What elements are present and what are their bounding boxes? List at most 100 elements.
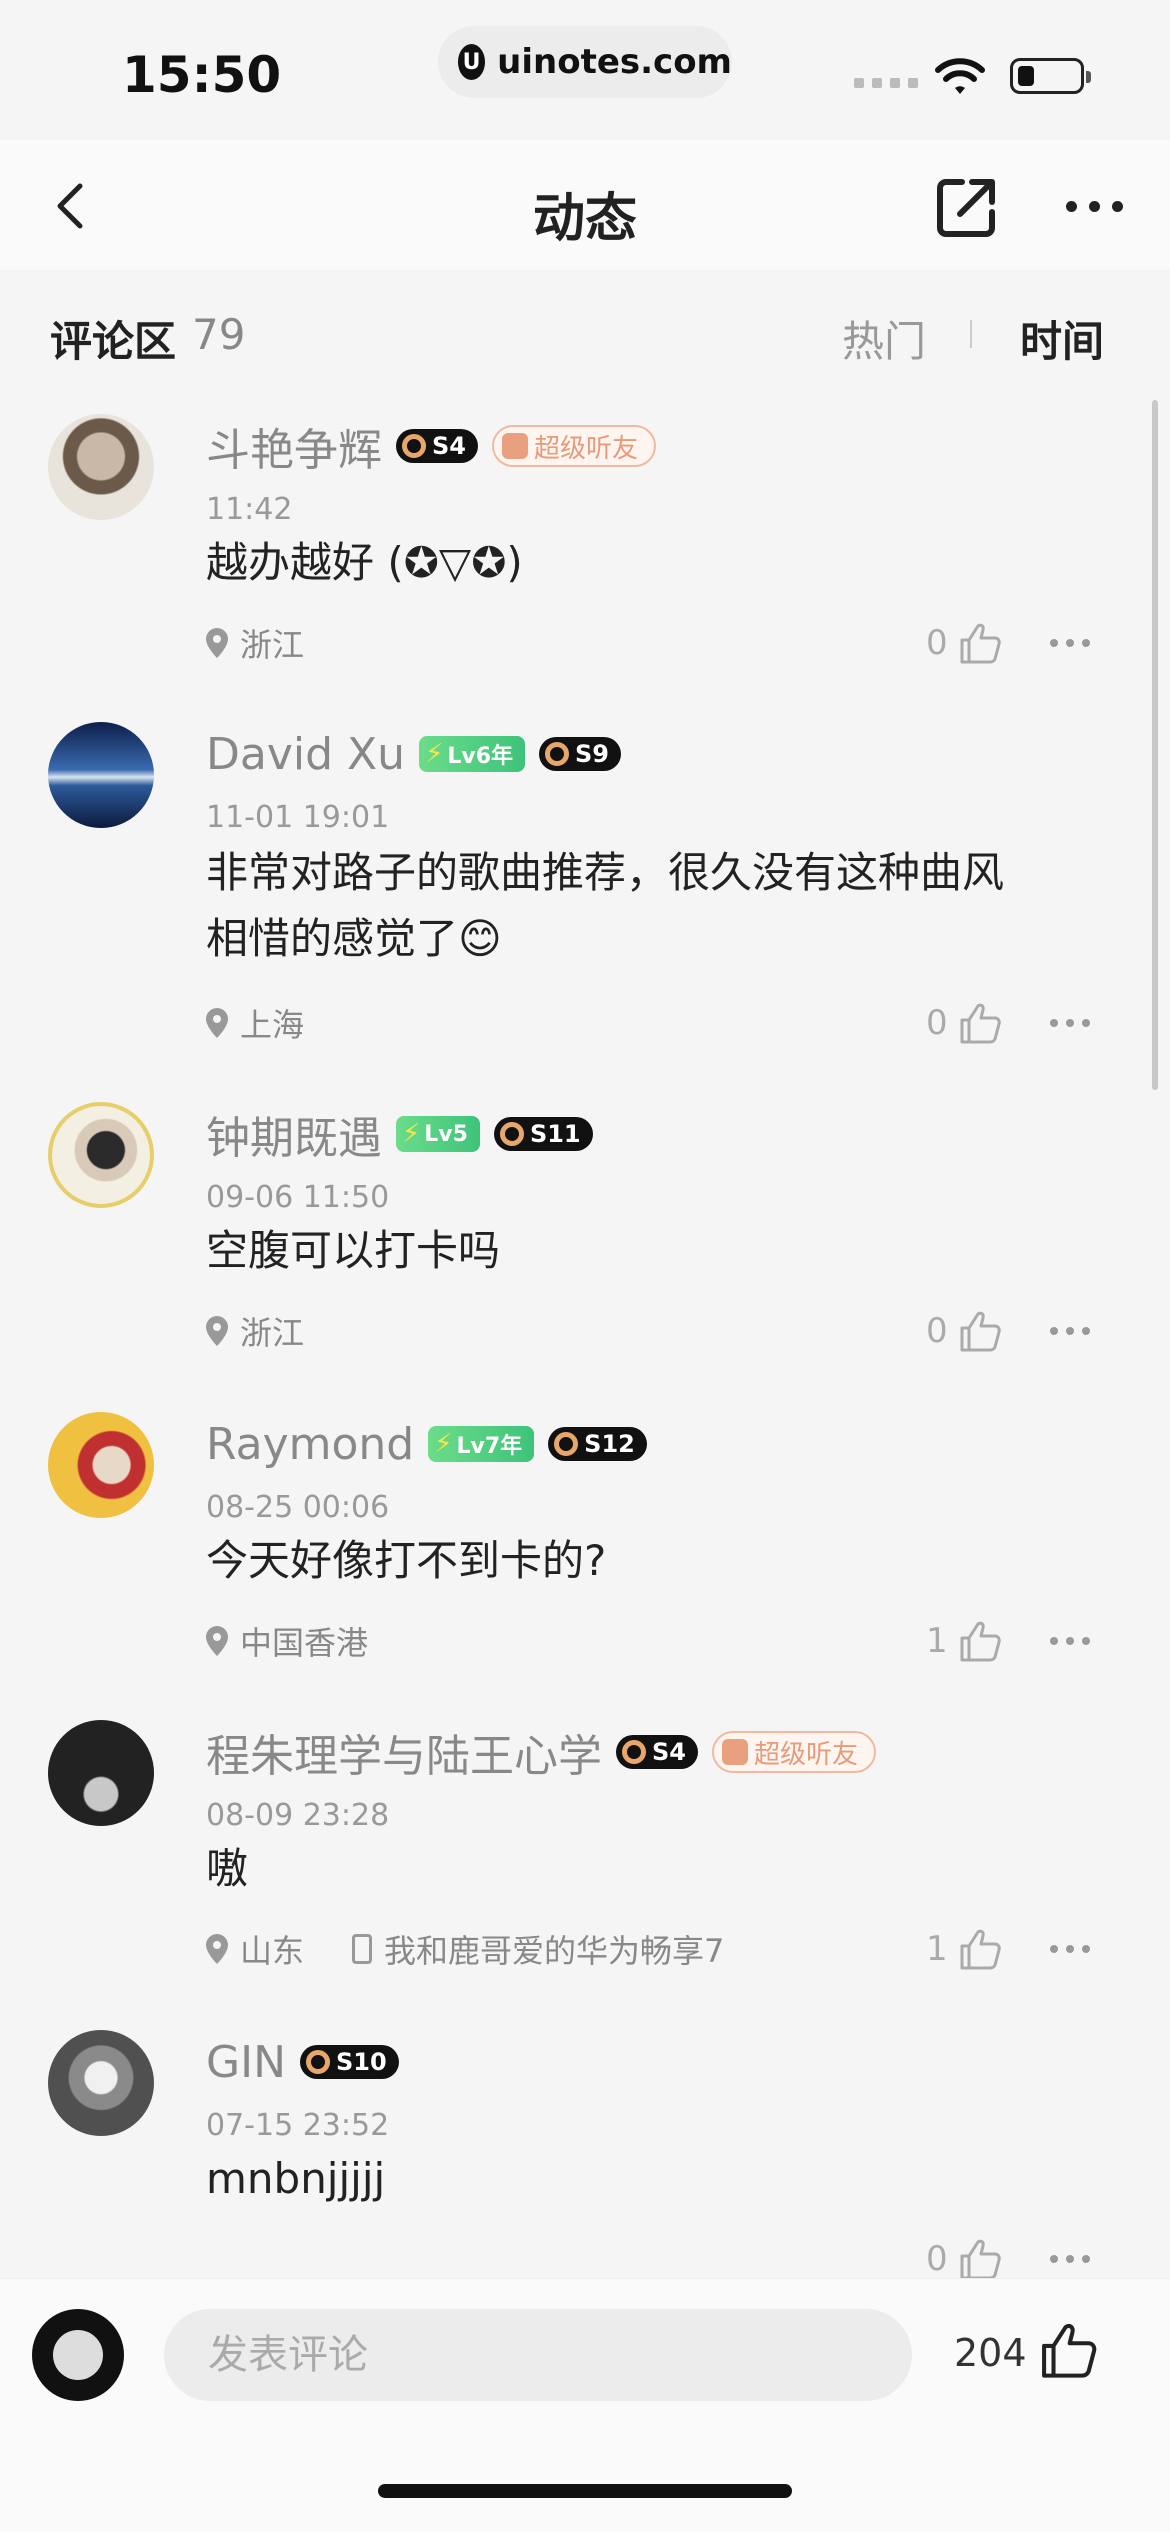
total-like-count: 204 [954,2331,1027,2375]
comment-time: 07-15 23:52 [206,2108,390,2143]
comment-location: 上海 [240,1006,305,1044]
super-listener-badge[interactable]: 超级听友 [711,1731,876,1773]
location-pin-icon [206,1008,228,1038]
share-button[interactable] [932,172,1002,242]
comment-more-button[interactable] [1050,618,1110,668]
comment-text: 嗷 [206,1844,249,1893]
username[interactable]: 斗艳争辉 [206,414,382,478]
comment-location: 浙江 [240,1314,305,1352]
like-button[interactable]: 0 [926,2234,1002,2284]
like-count: 0 [926,2239,948,2279]
sort-hot-tab[interactable]: 热门 [842,308,926,369]
like-count: 1 [926,1621,948,1661]
location-pin-icon [206,628,228,658]
thumb-up-icon [960,623,1001,664]
comment-item: 斗艳争辉 S4 超级听友 11:42 越办越好 (✪▽✪) 浙江 0 [0,414,1170,674]
like-count: 0 [926,1003,948,1043]
like-count: 0 [926,1311,948,1351]
comment-text: 越办越好 (✪▽✪) [206,538,523,587]
like-count: 1 [926,1929,948,1969]
comment-time: 09-06 11:50 [206,1180,390,1215]
sort-divider [970,320,972,348]
s-level-badge[interactable]: S9 [539,737,621,771]
super-listener-badge[interactable]: 超级听友 [491,425,656,467]
comment-item: David Xu ⚡ Lv6年 S9 11-01 19:01 非常对路子的歌曲推荐… [0,722,1170,1052]
like-button[interactable]: 1 [926,1616,1002,1666]
thumb-up-icon [1042,2324,1097,2378]
site-logo-icon: U [458,44,486,80]
comment-item: 钟期既遇 ⚡ Lv5 S11 09-06 11:50 空腹可以打卡吗 浙江 0 [0,1102,1170,1362]
comment-location: 山东 [240,1932,305,1970]
location-pin-icon [206,1316,228,1346]
avatar[interactable] [48,414,154,520]
username[interactable]: 钟期既遇 [206,1102,382,1166]
comment-more-button[interactable] [1050,2234,1110,2284]
comment-time: 11-01 19:01 [206,800,390,835]
comment-text: 非常对路子的歌曲推荐，很久没有这种曲风 相惜的感觉了😊 [206,840,1004,972]
like-button[interactable]: 0 [926,998,1002,1048]
comment-section-title: 评论区 [50,317,177,366]
like-button[interactable]: 0 [926,1306,1002,1356]
comment-item: Raymond ⚡ Lv7年 S12 08-25 00:06 今天好像打不到卡的?… [0,1412,1170,1672]
comment-time: 08-09 23:28 [206,1798,390,1833]
comment-text: 今天好像打不到卡的? [206,1536,607,1585]
cellular-signal-icon [854,78,918,88]
wifi-icon [935,58,985,94]
thumb-up-icon [960,1621,1001,1662]
comment-text-line: 相惜的感觉了😊 [206,914,502,963]
comment-more-button[interactable] [1050,1306,1110,1356]
phone-icon [352,1934,373,1964]
username[interactable]: 程朱理学与陆王心学 [206,1720,602,1784]
url-pill[interactable]: U uinotes.com [438,26,732,98]
scrollbar[interactable] [1152,400,1158,1090]
comment-more-button[interactable] [1050,1924,1110,1974]
comment-time: 11:42 [206,492,293,527]
status-time: 15:50 [122,46,282,104]
avatar[interactable] [48,722,154,828]
s-level-badge[interactable]: S12 [548,1427,647,1461]
url-text: uinotes.com [497,42,732,82]
battery-icon [1010,58,1091,94]
like-button[interactable]: 0 [926,618,1002,668]
lv-badge[interactable]: ⚡ Lv7年 [428,1426,535,1462]
avatar[interactable] [48,2030,154,2136]
like-post-button[interactable] [1036,2319,1098,2381]
sort-time-tab[interactable]: 时间 [1020,308,1104,369]
location-pin-icon [206,1934,228,1964]
comment-item: GIN S10 07-15 23:52 mnbnjjjjj 0 [0,2030,1170,2280]
comment-more-button[interactable] [1050,998,1110,1048]
nav-bar: 动态 [0,140,1170,270]
comment-text: mnbnjjjjj [206,2154,386,2203]
avatar[interactable] [48,1720,154,1826]
comment-item: 程朱理学与陆王心学 S4 超级听友 08-09 23:28 嗷 山东 我和鹿哥爱… [0,1720,1170,1980]
comment-input[interactable] [164,2309,912,2401]
like-count: 0 [926,623,948,663]
username[interactable]: GIN [206,2037,286,2088]
s-level-badge[interactable]: S4 [396,429,478,463]
lv-badge[interactable]: ⚡ Lv6年 [419,736,525,772]
comment-count: 79 [192,310,246,359]
comment-text: 空腹可以打卡吗 [206,1226,501,1275]
comment-header: 评论区 79 热门 时间 [0,290,1170,380]
more-button[interactable] [1066,186,1146,226]
comment-more-button[interactable] [1050,1616,1110,1666]
location-pin-icon [206,1626,228,1656]
s-level-badge[interactable]: S10 [300,2045,399,2079]
thumb-up-icon [960,1929,1001,1970]
avatar[interactable] [48,1412,154,1518]
thumb-up-icon [960,2239,1001,2280]
status-bar: 15:50 U uinotes.com [0,0,1170,140]
s-level-badge[interactable]: S11 [493,1117,593,1151]
comment-text-line: 非常对路子的歌曲推荐，很久没有这种曲风 [206,848,1005,897]
home-indicator [378,2484,792,2498]
like-button[interactable]: 1 [926,1924,1002,1974]
my-avatar[interactable] [32,2309,124,2401]
comment-location: 浙江 [240,626,305,664]
s-level-badge[interactable]: S4 [616,1735,698,1769]
username[interactable]: David Xu [206,729,405,780]
lv-badge[interactable]: ⚡ Lv5 [396,1116,480,1152]
comment-time: 08-25 00:06 [206,1490,390,1525]
username[interactable]: Raymond [206,1419,414,1470]
thumb-up-icon [960,1003,1001,1044]
avatar[interactable] [48,1102,154,1208]
